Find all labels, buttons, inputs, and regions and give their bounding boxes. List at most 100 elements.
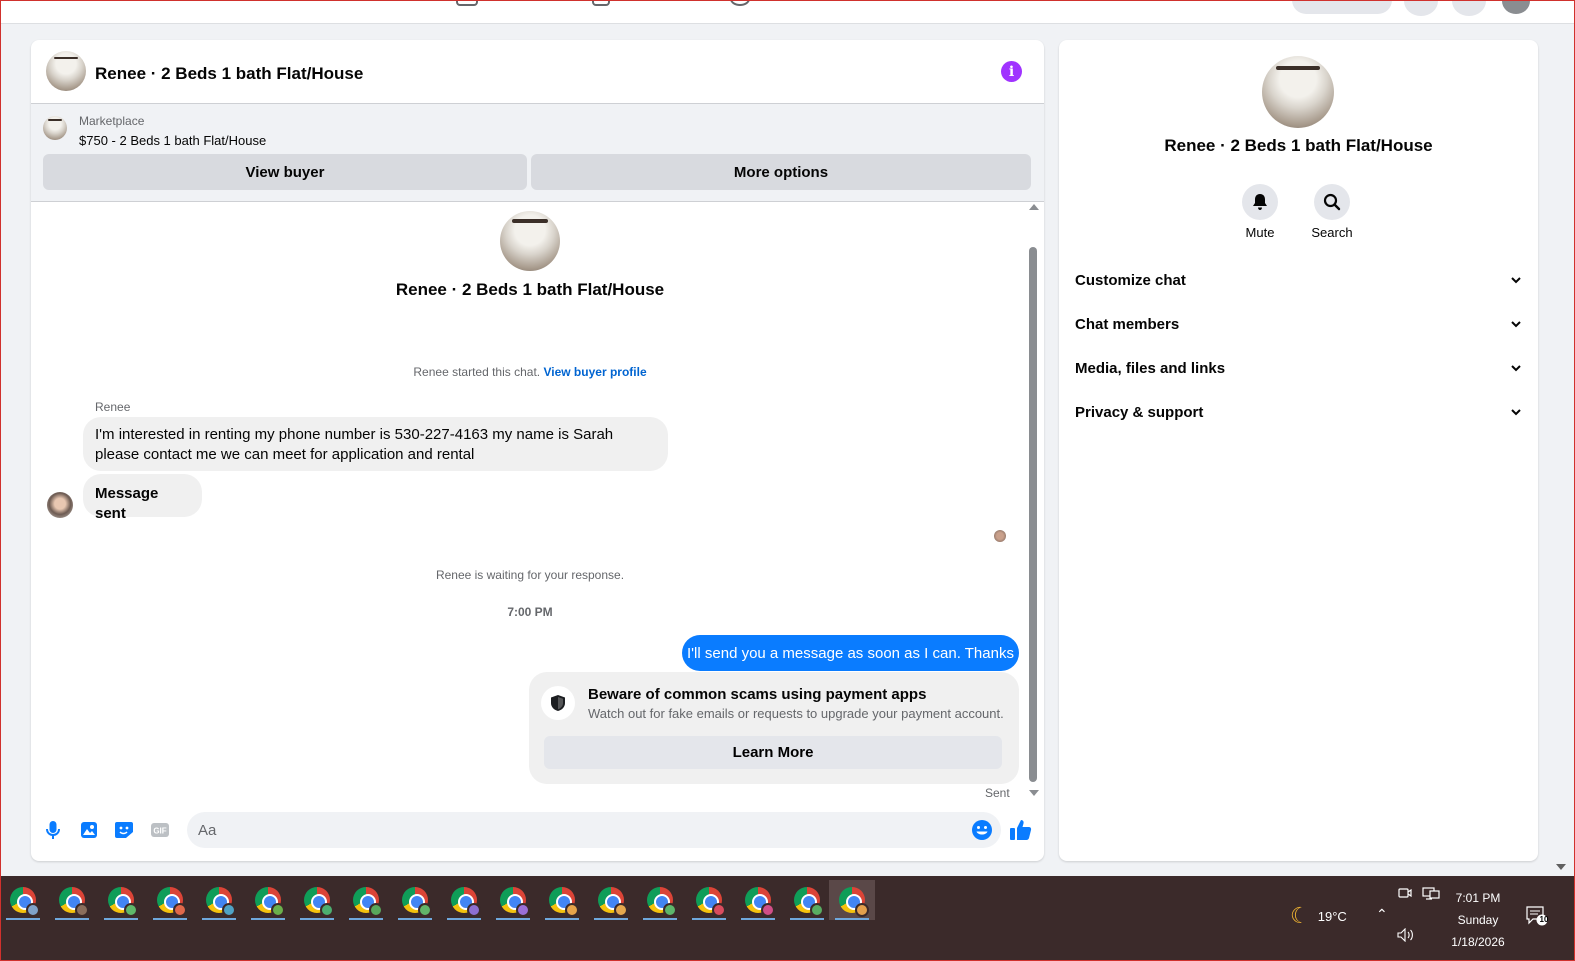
page-scroll-down-arrow[interactable] bbox=[1556, 864, 1566, 870]
gaming-nav-icon[interactable] bbox=[730, 0, 750, 6]
chevron-up-icon[interactable]: ⌃ bbox=[1376, 906, 1388, 923]
svg-text:GIF: GIF bbox=[153, 827, 166, 836]
listing-thumbnail[interactable] bbox=[43, 116, 67, 140]
microphone-icon[interactable] bbox=[43, 820, 63, 840]
conversation-avatar[interactable] bbox=[1262, 56, 1334, 128]
section-media-files-links[interactable]: Media, files and links bbox=[1075, 348, 1522, 388]
taskbar-chrome-app[interactable] bbox=[392, 880, 438, 920]
section-label: Customize chat bbox=[1075, 271, 1186, 289]
chat-header: Renee · 2 Beds 1 bath Flat/House i bbox=[31, 40, 1044, 104]
scroll-up-arrow[interactable] bbox=[1029, 204, 1039, 210]
message-scrollbar[interactable] bbox=[1027, 202, 1039, 802]
chevron-down-icon bbox=[1511, 409, 1521, 416]
more-options-button[interactable]: More options bbox=[531, 154, 1031, 190]
chrome-icon bbox=[696, 887, 726, 917]
section-label: Media, files and links bbox=[1075, 359, 1226, 377]
mute-label: Mute bbox=[1245, 225, 1275, 240]
taskbar-chrome-app[interactable] bbox=[637, 880, 683, 920]
view-buyer-button[interactable]: View buyer bbox=[43, 154, 527, 190]
chat-title[interactable]: Renee · 2 Beds 1 bath Flat/House bbox=[95, 64, 363, 84]
conversation-info-panel: Renee · 2 Beds 1 bath Flat/House Mute Se… bbox=[1059, 40, 1538, 861]
taskbar-chrome-app[interactable] bbox=[196, 880, 242, 920]
seen-indicator-avatar bbox=[994, 530, 1006, 542]
taskbar-chrome-app[interactable] bbox=[98, 880, 144, 920]
taskbar-chrome-app[interactable] bbox=[686, 880, 732, 920]
top-navigation-bar bbox=[0, 0, 1575, 24]
chrome-icon bbox=[255, 887, 285, 917]
taskbar-chrome-app[interactable] bbox=[294, 880, 340, 920]
chrome-icon bbox=[549, 887, 579, 917]
chrome-icon bbox=[353, 887, 383, 917]
chat-panel: Renee · 2 Beds 1 bath Flat/House i Marke… bbox=[31, 40, 1044, 861]
find-friends-button[interactable] bbox=[1292, 0, 1392, 14]
message-input[interactable] bbox=[187, 812, 1001, 848]
chrome-icon bbox=[451, 887, 481, 917]
search-label: Search bbox=[1311, 225, 1353, 240]
sender-name: Renee bbox=[95, 400, 131, 414]
taskbar-chrome-app[interactable] bbox=[0, 880, 46, 920]
started-text: Renee started this chat. bbox=[413, 365, 541, 379]
taskbar-chrome-app[interactable] bbox=[147, 880, 193, 920]
menu-grid-button[interactable] bbox=[1404, 0, 1438, 16]
info-icon[interactable]: i bbox=[1001, 61, 1022, 82]
taskbar-chrome-app-active[interactable] bbox=[829, 880, 875, 920]
meet-now-icon[interactable] bbox=[1398, 886, 1412, 903]
scroll-thumb[interactable] bbox=[1029, 247, 1037, 782]
search-button[interactable]: Search bbox=[1302, 184, 1362, 240]
chrome-icon bbox=[108, 887, 138, 917]
emoji-icon[interactable] bbox=[971, 819, 993, 841]
sender-avatar[interactable] bbox=[47, 492, 73, 518]
search-icon[interactable] bbox=[1314, 184, 1350, 220]
section-customize-chat[interactable]: Customize chat bbox=[1075, 260, 1522, 300]
notifications-button[interactable] bbox=[1452, 0, 1486, 16]
bell-icon[interactable] bbox=[1242, 184, 1278, 220]
chrome-icon bbox=[304, 887, 334, 917]
sticker-icon[interactable] bbox=[114, 820, 134, 840]
taskbar-chrome-app[interactable] bbox=[245, 880, 291, 920]
mute-button[interactable]: Mute bbox=[1230, 184, 1290, 240]
taskbar-chrome-app[interactable] bbox=[735, 880, 781, 920]
notification-center-icon[interactable]: 10 bbox=[1526, 906, 1548, 926]
conversation-title: Renee · 2 Beds 1 bath Flat/House bbox=[1164, 136, 1433, 155]
taskbar-chrome-app[interactable] bbox=[441, 880, 487, 920]
clock-day: Sunday bbox=[1457, 913, 1499, 927]
taskbar-clock[interactable]: 7:01 PM Sunday 1/18/2026 bbox=[1440, 887, 1516, 953]
listing-price-title[interactable]: $750 - 2 Beds 1 bath Flat/House bbox=[79, 133, 266, 148]
thumbs-up-icon[interactable] bbox=[1009, 818, 1033, 842]
section-label: Chat members bbox=[1075, 315, 1180, 333]
outgoing-message[interactable]: I'll send you a message as soon as I can… bbox=[682, 635, 1019, 671]
incoming-message[interactable]: I'm interested in renting my phone numbe… bbox=[83, 417, 668, 471]
section-privacy-support[interactable]: Privacy & support bbox=[1075, 392, 1522, 432]
learn-more-button[interactable]: Learn More bbox=[544, 736, 1002, 769]
groups-nav-icon[interactable] bbox=[592, 0, 610, 6]
chrome-icon bbox=[794, 887, 824, 917]
taskbar-chrome-app[interactable] bbox=[343, 880, 389, 920]
waiting-notice: Renee is waiting for your response. bbox=[435, 568, 625, 582]
scam-warning-card: Beware of common scams using payment app… bbox=[529, 672, 1019, 784]
taskbar-chrome-app[interactable] bbox=[784, 880, 830, 920]
chevron-down-icon bbox=[1511, 321, 1521, 328]
taskbar-chrome-app[interactable] bbox=[49, 880, 95, 920]
scam-warning-subtitle: Watch out for fake emails or requests to… bbox=[588, 706, 1004, 721]
taskbar-chrome-app[interactable] bbox=[588, 880, 634, 920]
volume-icon[interactable] bbox=[1397, 927, 1415, 945]
message-list[interactable]: Renee · 2 Beds 1 bath Flat/House Renee s… bbox=[31, 202, 1044, 805]
gif-icon[interactable]: GIF bbox=[150, 820, 170, 840]
weather-widget[interactable]: ☾ 19°C bbox=[1290, 905, 1347, 927]
taskbar-chrome-app[interactable] bbox=[490, 880, 536, 920]
taskbar-chrome-app[interactable] bbox=[539, 880, 585, 920]
section-chat-members[interactable]: Chat members bbox=[1075, 304, 1522, 344]
view-buyer-profile-link[interactable]: View buyer profile bbox=[543, 365, 646, 379]
account-avatar[interactable] bbox=[1502, 0, 1530, 14]
scroll-down-arrow[interactable] bbox=[1029, 790, 1039, 796]
chevron-down-icon bbox=[1511, 365, 1521, 372]
chevron-down-icon bbox=[1511, 277, 1521, 284]
chat-avatar[interactable] bbox=[46, 51, 86, 91]
photo-icon[interactable] bbox=[79, 820, 99, 840]
incoming-message[interactable]: Message sent bbox=[83, 474, 202, 522]
clock-date: 1/18/2026 bbox=[1451, 935, 1505, 949]
moon-icon: ☾ bbox=[1290, 903, 1310, 928]
marketplace-nav-icon[interactable] bbox=[456, 0, 478, 6]
marketplace-listing-bar: Marketplace $750 - 2 Beds 1 bath Flat/Ho… bbox=[31, 104, 1044, 202]
network-icon[interactable] bbox=[1422, 887, 1440, 904]
